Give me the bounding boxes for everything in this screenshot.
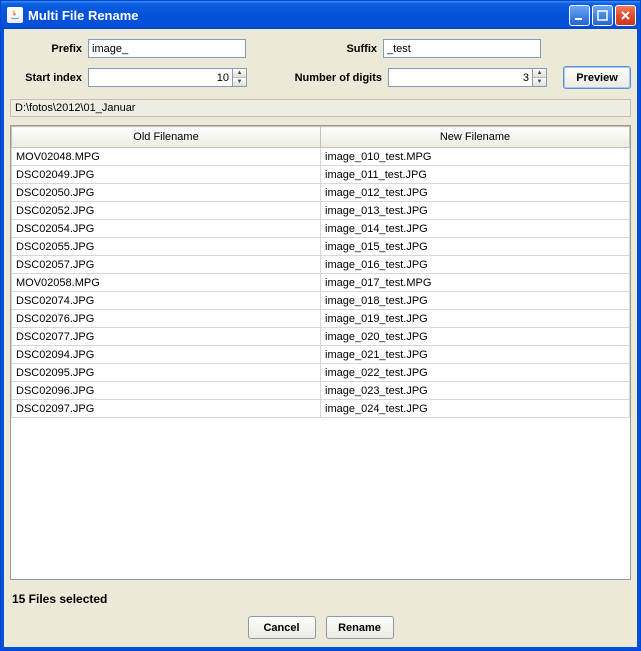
file-table-body: MOV02048.MPGimage_010_test.MPGDSC02049.J… [12, 148, 630, 418]
table-row[interactable]: DSC02049.JPGimage_011_test.JPG [12, 166, 630, 184]
table-row[interactable]: DSC02074.JPGimage_018_test.JPG [12, 292, 630, 310]
client-area: Prefix Suffix Start index ▲ ▼ Number of … [1, 29, 640, 650]
window-title: Multi File Rename [28, 8, 569, 23]
table-row[interactable]: DSC02096.JPGimage_023_test.JPG [12, 382, 630, 400]
preview-button[interactable]: Preview [563, 66, 631, 89]
digits-label: Number of digits [286, 72, 388, 84]
table-row[interactable]: DSC02097.JPGimage_024_test.JPG [12, 400, 630, 418]
table-row[interactable]: DSC02050.JPGimage_012_test.JPG [12, 184, 630, 202]
cell-old-filename: DSC02054.JPG [12, 220, 321, 238]
digits-spinner[interactable]: ▲ ▼ [388, 68, 547, 87]
table-row[interactable]: DSC02052.JPGimage_013_test.JPG [12, 202, 630, 220]
table-row[interactable]: DSC02094.JPGimage_021_test.JPG [12, 346, 630, 364]
col-old-filename[interactable]: Old Filename [12, 127, 321, 148]
cell-old-filename: DSC02097.JPG [12, 400, 321, 418]
cell-old-filename: DSC02096.JPG [12, 382, 321, 400]
cell-new-filename: image_012_test.JPG [321, 184, 630, 202]
cell-old-filename: DSC02050.JPG [12, 184, 321, 202]
java-app-icon [7, 7, 23, 23]
table-row[interactable]: DSC02076.JPGimage_019_test.JPG [12, 310, 630, 328]
start-index-up-icon[interactable]: ▲ [233, 69, 246, 78]
table-row[interactable]: DSC02055.JPGimage_015_test.JPG [12, 238, 630, 256]
cell-old-filename: DSC02095.JPG [12, 364, 321, 382]
path-display: D:\fotos\2012\01_Januar [10, 99, 631, 117]
prefix-input[interactable] [88, 39, 246, 58]
table-row[interactable]: DSC02057.JPGimage_016_test.JPG [12, 256, 630, 274]
cell-old-filename: DSC02055.JPG [12, 238, 321, 256]
start-index-down-icon[interactable]: ▼ [233, 78, 246, 86]
cell-new-filename: image_017_test.MPG [321, 274, 630, 292]
cell-old-filename: MOV02058.MPG [12, 274, 321, 292]
app-window: Multi File Rename Prefix Suffix Start in… [0, 0, 641, 651]
start-index-spinner[interactable]: ▲ ▼ [88, 68, 247, 87]
digits-down-icon[interactable]: ▼ [533, 78, 546, 86]
digits-up-icon[interactable]: ▲ [533, 69, 546, 78]
table-row[interactable]: DSC02095.JPGimage_022_test.JPG [12, 364, 630, 382]
cell-new-filename: image_013_test.JPG [321, 202, 630, 220]
table-row[interactable]: MOV02048.MPGimage_010_test.MPG [12, 148, 630, 166]
cell-new-filename: image_020_test.JPG [321, 328, 630, 346]
cell-new-filename: image_019_test.JPG [321, 310, 630, 328]
cell-old-filename: DSC02074.JPG [12, 292, 321, 310]
maximize-button[interactable] [592, 5, 613, 26]
cell-new-filename: image_022_test.JPG [321, 364, 630, 382]
suffix-label: Suffix [281, 43, 383, 55]
cell-new-filename: image_014_test.JPG [321, 220, 630, 238]
col-new-filename[interactable]: New Filename [321, 127, 630, 148]
table-row[interactable]: DSC02054.JPGimage_014_test.JPG [12, 220, 630, 238]
cell-old-filename: MOV02048.MPG [12, 148, 321, 166]
titlebar: Multi File Rename [1, 1, 640, 29]
cell-new-filename: image_023_test.JPG [321, 382, 630, 400]
file-table: Old Filename New Filename MOV02048.MPGim… [10, 125, 631, 580]
cell-old-filename: DSC02052.JPG [12, 202, 321, 220]
status-text: 15 Files selected [10, 580, 631, 614]
cancel-button[interactable]: Cancel [248, 616, 316, 639]
cell-new-filename: image_021_test.JPG [321, 346, 630, 364]
table-row[interactable]: MOV02058.MPGimage_017_test.MPG [12, 274, 630, 292]
start-index-input[interactable] [88, 68, 232, 87]
digits-input[interactable] [388, 68, 532, 87]
rename-button[interactable]: Rename [326, 616, 394, 639]
cell-new-filename: image_011_test.JPG [321, 166, 630, 184]
cell-new-filename: image_016_test.JPG [321, 256, 630, 274]
cell-old-filename: DSC02077.JPG [12, 328, 321, 346]
cell-new-filename: image_015_test.JPG [321, 238, 630, 256]
cell-old-filename: DSC02076.JPG [12, 310, 321, 328]
close-button[interactable] [615, 5, 636, 26]
table-row[interactable]: DSC02077.JPGimage_020_test.JPG [12, 328, 630, 346]
start-index-label: Start index [10, 72, 88, 84]
cell-old-filename: DSC02094.JPG [12, 346, 321, 364]
cell-old-filename: DSC02057.JPG [12, 256, 321, 274]
cell-old-filename: DSC02049.JPG [12, 166, 321, 184]
prefix-label: Prefix [10, 43, 88, 55]
cell-new-filename: image_024_test.JPG [321, 400, 630, 418]
action-buttons: Cancel Rename [10, 614, 631, 641]
cell-new-filename: image_018_test.JPG [321, 292, 630, 310]
minimize-button[interactable] [569, 5, 590, 26]
cell-new-filename: image_010_test.MPG [321, 148, 630, 166]
suffix-input[interactable] [383, 39, 541, 58]
